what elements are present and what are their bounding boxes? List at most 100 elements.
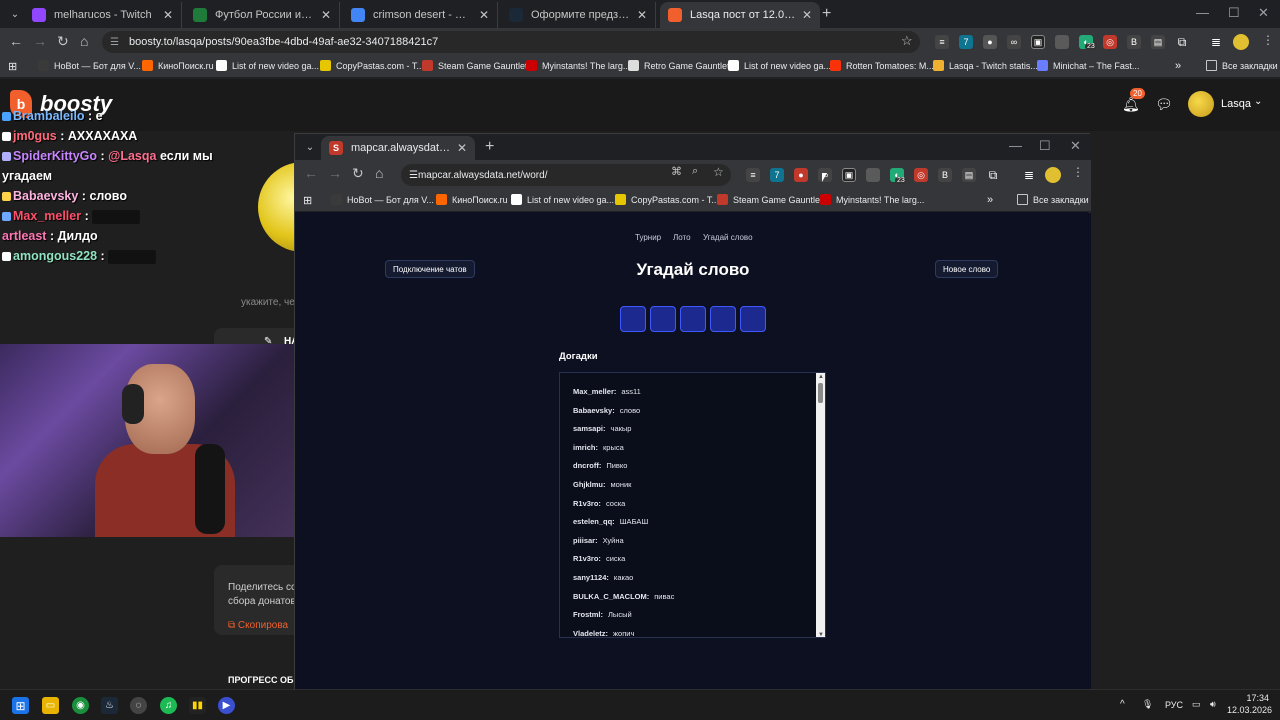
extension-icon[interactable]: B [938, 168, 952, 182]
copy-link-button[interactable]: ⧉ Скопирова [228, 620, 288, 631]
extension-icon[interactable]: ≡ [746, 168, 760, 182]
nav-link-lotto[interactable]: Лото [673, 233, 691, 242]
extension-icon[interactable] [1055, 35, 1069, 49]
microphone-icon[interactable]: 🎙︎ [1142, 699, 1153, 710]
minimize-button[interactable]: — [1196, 5, 1209, 20]
zoom-icon[interactable]: ⌕ [692, 165, 698, 178]
extension-icon[interactable]: ▤ [1151, 35, 1165, 49]
guesses-list[interactable]: ▲ ▼ Max_meller: ass11 Babaevsky: слово samsa… [559, 372, 826, 638]
extension-icon[interactable]: ▣ [1031, 35, 1045, 49]
bookmark-item[interactable]: CopyPastas.com - T... [615, 194, 719, 205]
app-icon[interactable]: ▮▮ [189, 697, 206, 714]
bookmark-item[interactable]: Steam Game Gauntlet [422, 60, 528, 71]
close-window-button[interactable]: ✕ [1258, 5, 1269, 21]
extension-icon[interactable]: B [1127, 35, 1141, 49]
windows-start-icon[interactable]: ⊞ [12, 697, 29, 714]
apps-grid-icon[interactable]: ⊞ [303, 194, 312, 207]
maximize-button[interactable]: ☐ [1228, 5, 1240, 21]
clock-time[interactable]: 17:34 [1231, 693, 1269, 703]
popup-minimize-button[interactable]: — [1009, 138, 1022, 153]
extensions-puzzle-icon[interactable]: ⧉ [986, 168, 1000, 182]
obs-icon[interactable]: ◌ [130, 697, 147, 714]
popup-back-button[interactable]: ← [304, 165, 318, 181]
bookmark-item[interactable]: КиноПоиск.ru [436, 194, 508, 205]
bookmark-item[interactable]: Rotten Tomatoes: M... [830, 60, 934, 71]
close-tab-icon[interactable]: ✕ [479, 8, 489, 22]
popup-reload-button[interactable]: ↻ [352, 165, 364, 182]
extension-icon[interactable]: ● [794, 168, 808, 182]
bookmark-star-icon[interactable]: ☆ [901, 33, 913, 49]
close-tab-icon[interactable]: ✕ [321, 8, 331, 22]
chevron-down-icon[interactable]: ⌄ [1254, 96, 1262, 107]
nav-link-guess-word[interactable]: Угадай слово [703, 233, 753, 242]
close-tab-icon[interactable]: ✕ [802, 8, 812, 22]
spotify-icon[interactable]: ♫ [160, 697, 177, 714]
close-tab-icon[interactable]: ✕ [637, 8, 647, 22]
show-hidden-icons-chevron[interactable]: ^ [1120, 699, 1125, 710]
scroll-down-arrow-icon[interactable]: ▼ [818, 632, 824, 637]
user-avatar[interactable] [1188, 91, 1214, 117]
address-bar[interactable]: ☰ boosty.to/lasqa/posts/90ea3fbe-4dbd-49… [102, 31, 920, 53]
extensions-puzzle-icon[interactable]: ⧉ [1175, 35, 1189, 49]
popup-close-button[interactable]: ✕ [1070, 138, 1081, 154]
bookmark-item[interactable]: HoBot — Бот для V... [38, 60, 141, 71]
reload-button[interactable]: ↻ [57, 33, 69, 50]
extension-icon[interactable]: 7 [770, 168, 784, 182]
popup-tab-search-button[interactable]: ⌄ [301, 138, 319, 156]
extension-icon[interactable]: ◎ [914, 168, 928, 182]
new-tab-button[interactable]: + [822, 5, 831, 23]
bookmark-item[interactable]: Lasqa - Twitch statis... [933, 60, 1038, 71]
extension-icon[interactable] [866, 168, 880, 182]
bookmark-item[interactable]: List of new video ga... [511, 194, 614, 205]
browser-tab[interactable]: Оформите предзаказ на Crims ✕ [501, 2, 656, 28]
bookmark-item[interactable]: List of new video ga... [728, 60, 831, 71]
browser-tab[interactable]: Футбол России и мира 2026 - ✕ [185, 2, 340, 28]
forward-button[interactable]: → [33, 33, 47, 49]
bookmark-item[interactable]: Retro Game Gauntlet [628, 60, 730, 71]
more-bookmarks-icon[interactable]: » [987, 194, 993, 206]
popup-maximize-button[interactable]: ☐ [1039, 138, 1051, 154]
popup-all-bookmarks-folder[interactable]: Все закладки [1017, 194, 1089, 205]
extension-icon[interactable]: 7 [959, 35, 973, 49]
site-info-icon[interactable]: ☰ [110, 37, 119, 48]
user-name[interactable]: Lasqa [1221, 98, 1251, 110]
profile-avatar[interactable] [1233, 34, 1249, 50]
nav-link-tournament[interactable]: Турнир [635, 233, 661, 242]
bookmark-item[interactable]: Steam Game Gauntlet [717, 194, 823, 205]
file-explorer-icon[interactable]: ▭ [42, 697, 59, 714]
keyboard-language[interactable]: РУС [1165, 700, 1183, 710]
bookmark-item[interactable]: Minichat – The Fast... [1037, 60, 1139, 71]
reading-list-icon[interactable]: ≣ [1022, 168, 1036, 182]
scrollbar-thumb[interactable] [818, 383, 823, 403]
bookmark-item[interactable]: List of new video ga... [216, 60, 319, 71]
guesses-scrollbar[interactable]: ▲ ▼ [816, 373, 825, 637]
apps-grid-icon[interactable]: ⊞ [8, 60, 17, 73]
tab-search-button[interactable]: ⌄ [6, 5, 24, 23]
extension-icon[interactable]: ◎ [1103, 35, 1117, 49]
volume-icon[interactable]: 🔊︎ [1210, 699, 1216, 710]
more-bookmarks-icon[interactable]: » [1175, 60, 1181, 72]
popup-forward-button[interactable]: → [328, 165, 342, 181]
close-tab-icon[interactable]: ✕ [163, 8, 173, 22]
bookmark-item[interactable]: КиноПоиск.ru [142, 60, 214, 71]
site-info-icon[interactable]: ☰ [409, 170, 418, 181]
browser-tab[interactable]: Lasqa пост от 12.03.2026 на Bo ✕ [660, 2, 820, 28]
popup-active-tab[interactable]: S mapcar.alwaysdata.net/word/ ✕ [321, 136, 475, 160]
app-icon[interactable]: ▶ [218, 697, 235, 714]
messages-icon[interactable]: 💬︎ [1155, 96, 1173, 113]
translate-icon[interactable]: ⌘ [671, 165, 682, 178]
bookmark-item[interactable]: HoBot — Бот для V... [331, 194, 434, 205]
extension-icon[interactable]: ▣ [842, 168, 856, 182]
bookmark-item[interactable]: CopyPastas.com - T... [320, 60, 424, 71]
chrome-icon[interactable]: ◉ [72, 697, 89, 714]
home-icon[interactable]: ⌂ [80, 33, 88, 49]
extension-icon[interactable]: ▤ [962, 168, 976, 182]
extension-icon[interactable]: ≡ [935, 35, 949, 49]
extension-icon[interactable]: ● [983, 35, 997, 49]
steam-icon[interactable]: ♨ [101, 697, 118, 714]
display-icon[interactable]: ▭ [1192, 699, 1201, 710]
new-word-button[interactable]: Новое слово [935, 260, 999, 278]
bookmark-item[interactable]: Myinstants! The larg... [526, 60, 630, 71]
close-tab-icon[interactable]: ✕ [457, 141, 467, 155]
popup-bookmark-star-icon[interactable]: ☆ [713, 165, 724, 179]
